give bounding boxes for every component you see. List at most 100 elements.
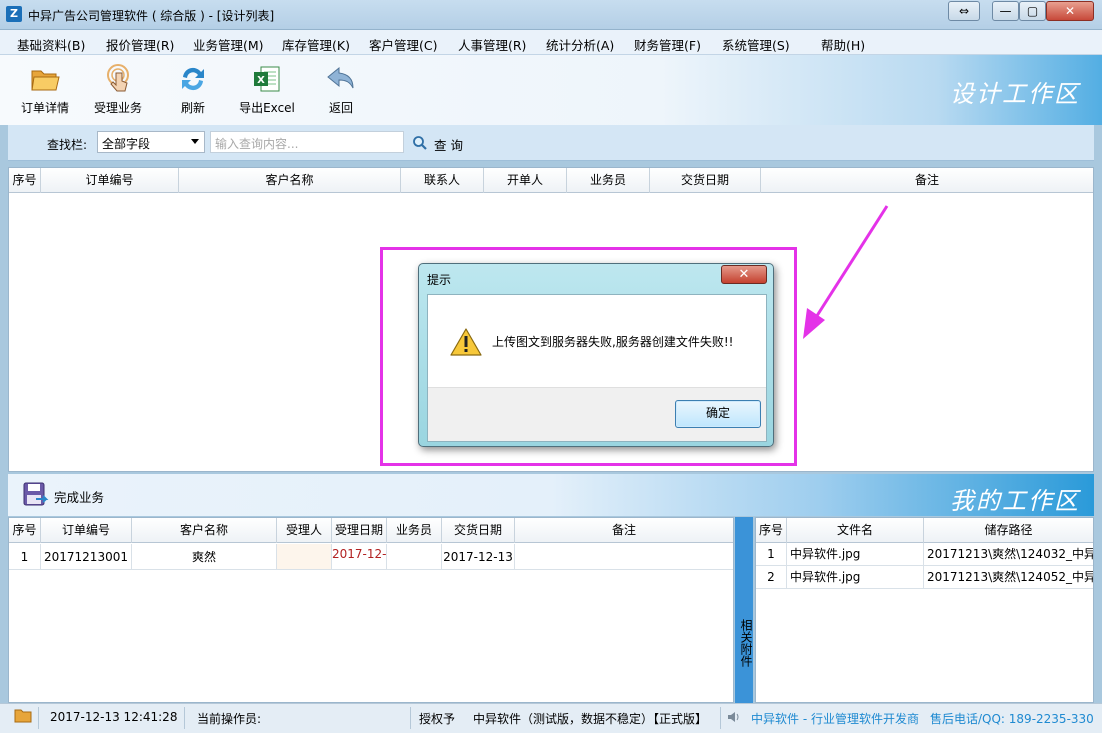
attachments-table: 序号 文件名 储存路径 1 中异软件.jpg 20171213\爽然\12403…: [755, 517, 1094, 703]
column-header[interactable]: 序号: [9, 518, 41, 543]
app-logo-icon: Z: [6, 6, 22, 22]
column-header[interactable]: 订单编号: [41, 168, 179, 193]
search-field-select[interactable]: 全部字段: [97, 131, 205, 153]
order-detail-label: 订单详情: [20, 101, 69, 115]
menu-bar: 基础资料(B) 报价管理(R) 业务管理(M) 库存管理(K) 客户管理(C) …: [0, 30, 1102, 55]
column-header[interactable]: 备注: [761, 168, 1093, 193]
cell-file-name: 中异软件.jpg: [787, 566, 924, 589]
export-excel-label: 导出Excel: [239, 101, 295, 115]
menu-quote-management[interactable]: 报价管理(R): [106, 35, 174, 54]
title-bar: Z 中异广告公司管理软件 ( 综合版 ) - [设计列表] ⇔ — ▢ ✕: [0, 0, 1102, 30]
search-button[interactable]: 查 询: [434, 135, 463, 154]
column-header[interactable]: 客户名称: [132, 518, 277, 543]
export-excel-button[interactable]: X 导出Excel: [235, 63, 299, 116]
menu-statistics[interactable]: 统计分析(A): [546, 35, 614, 54]
cell-acceptor[interactable]: [277, 544, 332, 570]
column-header[interactable]: 储存路径: [924, 518, 1093, 543]
svg-text:X: X: [257, 75, 265, 86]
warning-icon: [450, 327, 482, 360]
column-header[interactable]: 交货日期: [442, 518, 515, 543]
cell-order-number: 20171213001: [41, 544, 132, 570]
finish-business-button[interactable]: 完成业务: [54, 487, 104, 506]
my-work-table: 序号 订单编号 客户名称 受理人 受理日期 业务员 交货日期 备注 1 2017…: [8, 517, 734, 703]
column-header[interactable]: 客户名称: [179, 168, 401, 193]
switch-window-button[interactable]: ⇔: [948, 1, 980, 21]
search-icon[interactable]: [412, 135, 428, 154]
cell-storage-path: 20171213\爽然\124032_中异: [924, 543, 1093, 566]
column-header[interactable]: 受理人: [277, 518, 332, 543]
status-datetime: 2017-12-13 12:41:28: [50, 710, 178, 724]
column-header[interactable]: 文件名: [787, 518, 924, 543]
attachments-tab-label: 相关附件: [739, 619, 753, 667]
accept-business-label: 受理业务: [93, 101, 142, 115]
column-header[interactable]: 受理日期: [332, 518, 387, 543]
status-company[interactable]: 中异软件 - 行业管理软件开发商: [751, 710, 919, 727]
column-header[interactable]: 序号: [9, 168, 41, 193]
status-operator-label: 当前操作员:: [197, 712, 262, 726]
column-header[interactable]: 业务员: [387, 518, 442, 543]
close-window-button[interactable]: ✕: [1046, 1, 1094, 21]
column-header[interactable]: 联系人: [401, 168, 484, 193]
table-header: 序号 订单编号 客户名称 受理人 受理日期 业务员 交货日期 备注: [9, 518, 733, 543]
refresh-label: 刷新: [180, 101, 205, 115]
cell-accept-date: 2017-12-: [332, 544, 387, 570]
column-header[interactable]: 备注: [515, 518, 733, 543]
menu-basic-data[interactable]: 基础资料(B): [17, 35, 85, 54]
menu-inventory-management[interactable]: 库存管理(K): [282, 35, 350, 54]
column-header[interactable]: 订单编号: [41, 518, 132, 543]
back-button[interactable]: 返回: [309, 63, 373, 116]
refresh-icon: [177, 63, 209, 95]
cell-remark: [515, 544, 733, 570]
attachments-tab[interactable]: 相关附件: [735, 517, 753, 703]
alert-dialog: 提示 ✕ 上传图文到服务器失败,服务器创建文件失败!! 确定: [418, 263, 774, 447]
search-label: 查找栏:: [47, 138, 88, 152]
menu-system-management[interactable]: 系统管理(S): [722, 35, 790, 54]
column-header[interactable]: 业务员: [567, 168, 650, 193]
cell-index: 1: [9, 544, 41, 570]
cell-index: 1: [756, 543, 787, 566]
search-bar: 查找栏: 全部字段 输入查询内容... 查 询: [8, 125, 1094, 161]
search-input[interactable]: 输入查询内容...: [210, 131, 404, 153]
column-header[interactable]: 序号: [756, 518, 787, 543]
menu-help[interactable]: 帮助(H): [821, 35, 865, 54]
window-title: 中异广告公司管理软件 ( 综合版 ) - [设计列表]: [28, 9, 275, 23]
menu-business-management[interactable]: 业务管理(M): [193, 35, 264, 54]
back-label: 返回: [328, 101, 353, 115]
my-workarea-bar: 完成业务 我的工作区: [8, 474, 1094, 516]
folder-open-icon: [29, 63, 61, 95]
save-icon[interactable]: [22, 481, 50, 512]
back-arrow-icon: [325, 63, 357, 95]
dialog-body: 上传图文到服务器失败,服务器创建文件失败!! 确定: [427, 294, 767, 442]
menu-finance-management[interactable]: 财务管理(F): [634, 35, 701, 54]
column-header[interactable]: 交货日期: [650, 168, 761, 193]
speaker-icon[interactable]: [726, 709, 742, 728]
cell-index: 2: [756, 566, 787, 589]
dialog-close-button[interactable]: ✕: [721, 265, 767, 284]
ok-button[interactable]: 确定: [675, 400, 761, 428]
pointer-arrow-annotation: [795, 200, 895, 348]
excel-icon: X: [251, 63, 283, 95]
status-authorized-label: 授权予: [419, 712, 456, 726]
order-detail-button[interactable]: 订单详情: [13, 63, 77, 116]
status-license: 中异软件（测试版，数据不稳定）【正式版】: [473, 712, 708, 726]
cell-storage-path: 20171213\爽然\124052_中异: [924, 566, 1093, 589]
menu-hr-management[interactable]: 人事管理(R): [458, 35, 526, 54]
cell-file-name: 中异软件.jpg: [787, 543, 924, 566]
minimize-button[interactable]: —: [992, 1, 1019, 21]
cell-delivery-date: 2017-12-13: [442, 544, 515, 570]
status-bar: 2017-12-13 12:41:28 当前操作员: 授权予 中异软件（测试版，…: [0, 703, 1102, 733]
chevron-down-icon[interactable]: [191, 139, 199, 144]
folder-icon[interactable]: [14, 707, 32, 726]
refresh-button[interactable]: 刷新: [161, 63, 225, 116]
table-header: 序号 文件名 储存路径: [756, 518, 1093, 543]
status-hotline[interactable]: 售后电话/QQ: 189-2235-330: [930, 710, 1100, 727]
toolbar: 订单详情 受理业务 刷新 X 导出Excel 返回: [0, 55, 1102, 125]
my-workarea-title: 我的工作区: [950, 487, 1080, 515]
design-workarea-title: 设计工作区: [950, 80, 1080, 108]
accept-business-button[interactable]: 受理业务: [86, 63, 150, 116]
table-header: 序号 订单编号 客户名称 联系人 开单人 业务员 交货日期 备注: [9, 168, 1093, 193]
column-header[interactable]: 开单人: [484, 168, 567, 193]
cell-customer-name: 爽然: [132, 544, 277, 570]
menu-customer-management[interactable]: 客户管理(C): [369, 35, 437, 54]
maximize-button[interactable]: ▢: [1019, 1, 1046, 21]
